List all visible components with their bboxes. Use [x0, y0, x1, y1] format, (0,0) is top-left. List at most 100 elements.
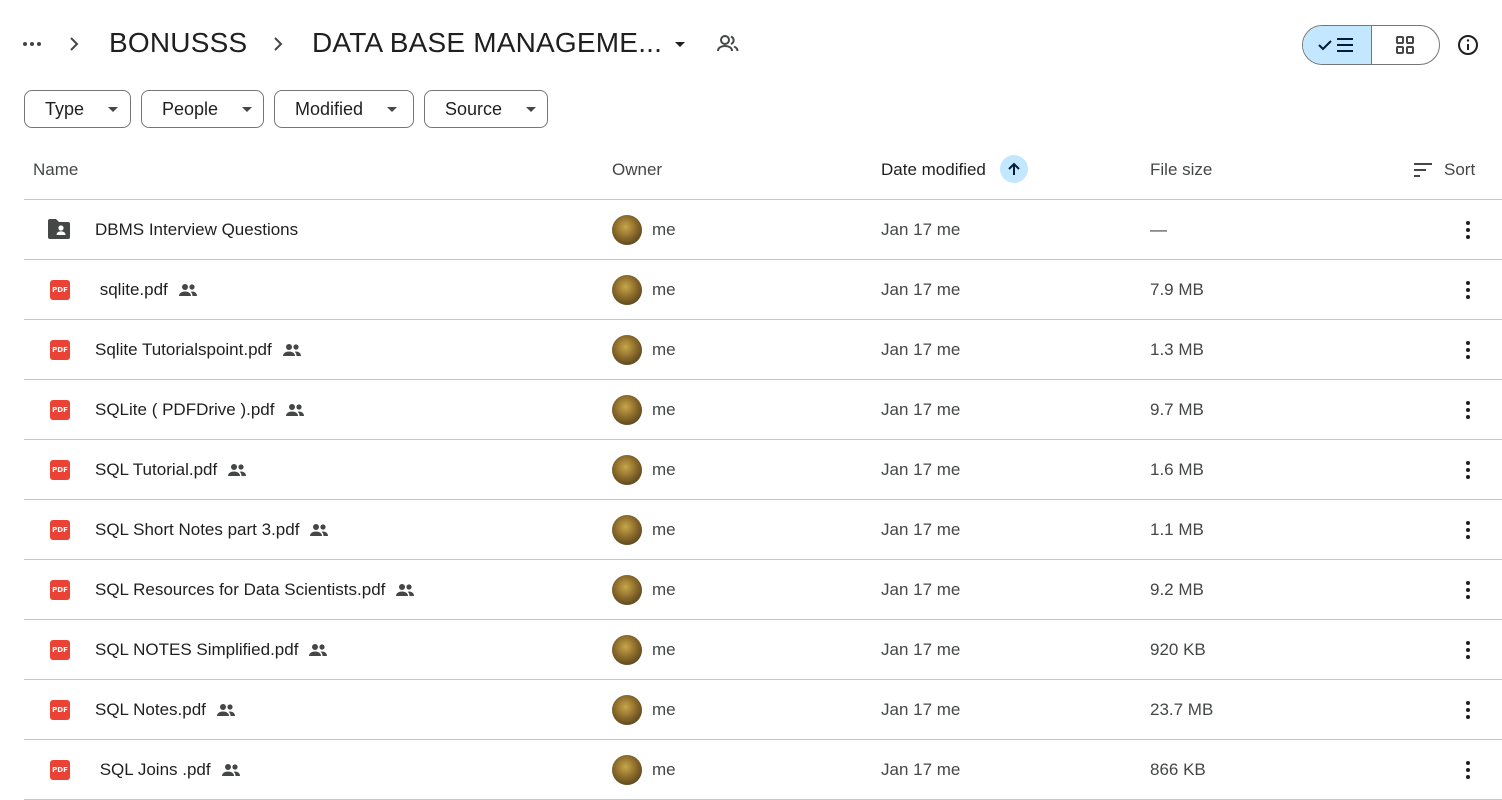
- table-row[interactable]: PDF SQL Short Notes part 3.pdf me Jan 17 me…: [24, 500, 1502, 560]
- pdf-file-icon: PDF: [50, 280, 70, 300]
- owner-text: me: [652, 400, 676, 419]
- more-actions-icon[interactable]: [1456, 518, 1480, 542]
- caret-down-icon: [387, 106, 398, 112]
- grid-icon: [1396, 36, 1415, 54]
- file-name-text: SQL NOTES Simplified.pdf: [95, 640, 299, 659]
- date-modified-text: Jan 17 me: [881, 700, 961, 719]
- file-size-text: 9.7 MB: [1150, 400, 1204, 419]
- caret-down-icon: [108, 106, 119, 112]
- sort-icon[interactable]: [1413, 162, 1433, 178]
- breadcrumb-parent[interactable]: BONUSSS: [109, 27, 247, 59]
- file-name[interactable]: SQLite ( PDFDrive ).pdf: [95, 400, 305, 420]
- sort-ascending-icon[interactable]: [1000, 155, 1028, 183]
- shared-icon: [309, 523, 329, 537]
- more-actions-icon[interactable]: [1456, 278, 1480, 302]
- file-size-text: 866 KB: [1150, 760, 1206, 779]
- shared-people-icon[interactable]: [715, 32, 741, 56]
- file-name-text: Sqlite Tutorialspoint.pdf: [95, 340, 272, 359]
- date-modified-text: Jan 17 me: [881, 400, 961, 419]
- owner-text: me: [652, 580, 676, 599]
- date-modified-text: Jan 17 me: [881, 640, 961, 659]
- file-name-text: SQL Joins .pdf: [95, 760, 211, 779]
- column-owner[interactable]: Owner: [612, 160, 662, 180]
- file-name-text: SQL Tutorial.pdf: [95, 460, 218, 479]
- list-view-button[interactable]: [1303, 26, 1372, 64]
- pdf-file-icon: PDF: [50, 640, 70, 660]
- table-row[interactable]: PDF SQL Tutorial.pdf me Jan 17 me 1.6 MB: [24, 440, 1502, 500]
- filter-modified[interactable]: Modified: [274, 90, 414, 128]
- shared-icon: [395, 583, 415, 597]
- shared-icon: [178, 283, 198, 297]
- file-name[interactable]: SQL NOTES Simplified.pdf: [95, 640, 328, 660]
- pdf-file-icon: PDF: [50, 400, 70, 420]
- filter-label: Type: [45, 98, 85, 119]
- more-horiz-icon[interactable]: [20, 32, 44, 56]
- more-actions-icon[interactable]: [1456, 578, 1480, 602]
- table-row[interactable]: PDF SQL NOTES Simplified.pdf me Jan 17 me 92…: [24, 620, 1502, 680]
- filter-people[interactable]: People: [141, 90, 264, 128]
- file-name-text: sqlite.pdf: [95, 280, 168, 299]
- owner-text: me: [652, 280, 676, 299]
- file-list: DBMS Interview Questions me Jan 17 me — PDF …: [24, 200, 1502, 800]
- more-actions-icon[interactable]: [1456, 338, 1480, 362]
- more-actions-icon[interactable]: [1456, 458, 1480, 482]
- filter-type[interactable]: Type: [24, 90, 131, 128]
- file-size-text: 1.3 MB: [1150, 340, 1204, 359]
- file-name[interactable]: Sqlite Tutorialspoint.pdf: [95, 340, 302, 360]
- file-name[interactable]: sqlite.pdf: [95, 280, 198, 300]
- file-name-text: DBMS Interview Questions: [95, 220, 299, 239]
- shared-icon: [308, 643, 328, 657]
- file-name[interactable]: SQL Resources for Data Scientists.pdf: [95, 580, 415, 600]
- table-row[interactable]: PDF SQL Joins .pdf me Jan 17 me 866 KB: [24, 740, 1502, 800]
- pdf-file-icon: PDF: [50, 340, 70, 360]
- table-row[interactable]: PDF SQL Notes.pdf me Jan 17 me 23.7 MB: [24, 680, 1502, 740]
- file-name-text: SQL Short Notes part 3.pdf: [95, 520, 300, 539]
- avatar: [612, 455, 642, 485]
- table-row[interactable]: PDF SQLite ( PDFDrive ).pdf me Jan 17 me 9.7…: [24, 380, 1502, 440]
- file-size-text: 9.2 MB: [1150, 580, 1204, 599]
- shared-folder-icon: [46, 218, 70, 240]
- view-toggle: [1302, 25, 1440, 65]
- owner-text: me: [652, 220, 676, 239]
- more-actions-icon[interactable]: [1456, 698, 1480, 722]
- date-modified-text: Jan 17 me: [881, 280, 961, 299]
- shared-icon: [227, 463, 247, 477]
- caret-down-icon: [526, 106, 537, 112]
- pdf-file-icon: PDF: [50, 580, 70, 600]
- more-actions-icon[interactable]: [1456, 758, 1480, 782]
- filter-source[interactable]: Source: [424, 90, 548, 128]
- more-actions-icon[interactable]: [1456, 218, 1480, 242]
- avatar: [612, 395, 642, 425]
- caret-down-icon[interactable]: [670, 34, 690, 54]
- owner-text: me: [652, 760, 676, 779]
- file-name[interactable]: SQL Tutorial.pdf: [95, 460, 247, 480]
- table-row[interactable]: PDF Sqlite Tutorialspoint.pdf me Jan 17 me 1…: [24, 320, 1502, 380]
- owner-text: me: [652, 520, 676, 539]
- chevron-right-icon: [70, 37, 79, 51]
- sort-button[interactable]: Sort: [1444, 160, 1475, 180]
- column-name[interactable]: Name: [33, 160, 78, 180]
- more-actions-icon[interactable]: [1456, 398, 1480, 422]
- column-file-size[interactable]: File size: [1150, 160, 1212, 180]
- table-row[interactable]: PDF SQL Resources for Data Scientists.pdf…: [24, 560, 1502, 620]
- table-row[interactable]: DBMS Interview Questions me Jan 17 me —: [24, 200, 1502, 260]
- shared-icon: [216, 703, 236, 717]
- caret-down-icon: [242, 106, 253, 112]
- file-name[interactable]: DBMS Interview Questions: [95, 220, 298, 240]
- more-actions-icon[interactable]: [1456, 638, 1480, 662]
- avatar: [612, 275, 642, 305]
- column-date-modified[interactable]: Date modified: [881, 160, 986, 180]
- table-row[interactable]: PDF sqlite.pdf me Jan 17 me 7.9 MB: [24, 260, 1502, 320]
- file-name[interactable]: SQL Short Notes part 3.pdf: [95, 520, 329, 540]
- file-name[interactable]: SQL Notes.pdf: [95, 700, 236, 720]
- owner-text: me: [652, 460, 676, 479]
- info-icon[interactable]: [1457, 34, 1479, 56]
- date-modified-text: Jan 17 me: [881, 460, 961, 479]
- owner-text: me: [652, 700, 676, 719]
- avatar: [612, 755, 642, 785]
- grid-view-button[interactable]: [1372, 26, 1440, 64]
- file-size-text: 23.7 MB: [1150, 700, 1214, 719]
- breadcrumb-current[interactable]: DATA BASE MANAGEME...: [312, 27, 662, 59]
- pdf-file-icon: PDF: [50, 460, 70, 480]
- file-name[interactable]: SQL Joins .pdf: [95, 760, 241, 780]
